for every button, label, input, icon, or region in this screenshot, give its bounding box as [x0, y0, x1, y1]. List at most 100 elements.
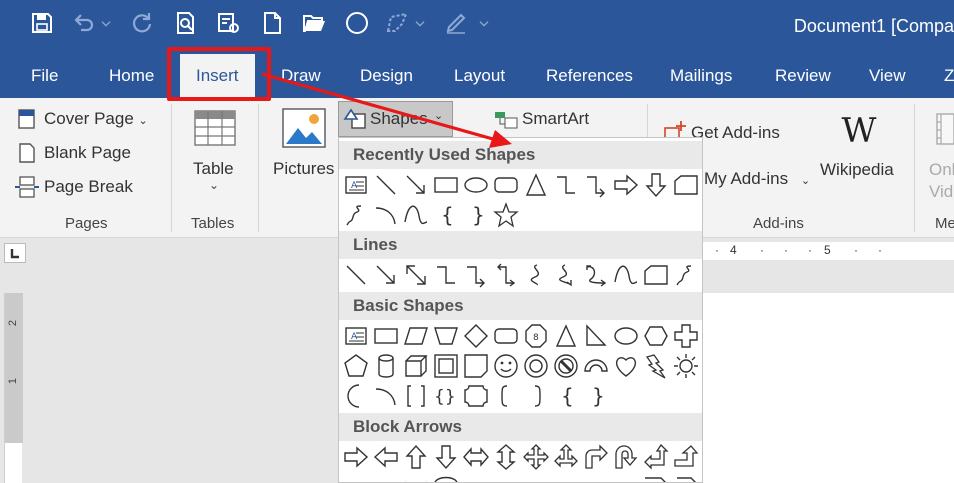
qat-customize-icon[interactable] — [476, 9, 492, 37]
table-dropdown-icon[interactable]: ⌄ — [209, 178, 219, 192]
right-brace-shape[interactable]: } — [583, 383, 609, 409]
scribble-shape[interactable] — [673, 262, 699, 288]
rectangle-shape[interactable] — [373, 323, 399, 349]
left-bracket-shape[interactable] — [493, 383, 519, 409]
tab-draw[interactable]: Draw — [281, 50, 321, 98]
cover-page-button[interactable]: Cover Page ⌄ — [44, 109, 148, 129]
star-shape[interactable] — [493, 202, 519, 228]
tab-file[interactable]: File — [31, 50, 58, 98]
elbow-arrow-connector-shape[interactable] — [583, 172, 609, 198]
moon-shape[interactable] — [343, 383, 369, 409]
pentagon-shape[interactable] — [343, 353, 369, 379]
hexagon-shape[interactable] — [643, 323, 669, 349]
curved-double-arrow-connector-shape[interactable] — [583, 262, 609, 288]
diamond-shape[interactable] — [463, 323, 489, 349]
parallelogram-shape[interactable] — [403, 323, 429, 349]
chevron-arrow-shape[interactable] — [673, 474, 699, 482]
triangle-shape[interactable] — [523, 172, 549, 198]
left-brace-shape[interactable]: { — [433, 202, 459, 228]
curved-up-arrow-shape[interactable] — [403, 474, 429, 482]
open-folder-icon[interactable] — [300, 9, 328, 37]
wikipedia-button[interactable]: Wikipedia — [820, 160, 894, 180]
curved-right-arrow-shape[interactable] — [343, 474, 369, 482]
redo-icon[interactable] — [128, 9, 156, 37]
line-arrow-shape[interactable] — [403, 172, 429, 198]
line-shape[interactable] — [373, 172, 399, 198]
left-right-arrow-shape[interactable] — [463, 444, 489, 470]
online-video-label-1[interactable]: Onl — [929, 160, 954, 180]
scribble-shape[interactable] — [343, 202, 369, 228]
bent-up-arrow-shape[interactable] — [673, 444, 699, 470]
curve-shape[interactable] — [403, 202, 429, 228]
tab-overflow[interactable]: Z — [944, 50, 954, 98]
right-bracket-shape[interactable] — [523, 383, 549, 409]
get-addins-button[interactable]: Get Add-ins — [691, 123, 780, 143]
pictures-button[interactable]: Pictures — [273, 159, 334, 179]
double-bracket-shape[interactable] — [403, 383, 429, 409]
curve-shape[interactable] — [613, 262, 639, 288]
up-down-arrow-shape[interactable] — [493, 444, 519, 470]
right-brace-shape[interactable]: } — [463, 202, 489, 228]
curved-arrow-connector-shape[interactable] — [553, 262, 579, 288]
smiley-face-shape[interactable] — [493, 353, 519, 379]
curved-connector-shape[interactable] — [523, 262, 549, 288]
blank-page-button[interactable]: Blank Page — [44, 143, 131, 163]
block-arc-shape[interactable] — [583, 353, 609, 379]
can-shape[interactable] — [373, 353, 399, 379]
vertical-ruler[interactable]: 2 1 — [4, 293, 23, 483]
down-arrow-shape[interactable] — [643, 172, 669, 198]
quad-arrow-shape[interactable] — [523, 444, 549, 470]
shapes-button[interactable]: Shapes ⌄ — [338, 101, 453, 137]
double-brace-shape[interactable]: {} — [433, 383, 459, 409]
freeform-shape-icon[interactable] — [383, 9, 411, 37]
page-break-button[interactable]: Page Break — [44, 177, 133, 197]
my-addins-button[interactable]: My Add-ins ⌄ — [704, 169, 810, 189]
left-brace-shape[interactable]: { — [553, 383, 579, 409]
up-arrow-shape[interactable] — [403, 444, 429, 470]
options-icon[interactable] — [214, 9, 242, 37]
bevel-shape[interactable] — [433, 353, 459, 379]
trapezoid-shape[interactable] — [433, 323, 459, 349]
arc-shape[interactable] — [373, 383, 399, 409]
left-up-arrow-shape[interactable] — [643, 443, 669, 470]
left-arrow-shape[interactable] — [373, 444, 399, 470]
document-page[interactable] — [702, 293, 954, 483]
elbow-arrow-connector-shape[interactable] — [463, 262, 489, 288]
horizontal-ruler[interactable]: · 4 · · · 5 · · — [702, 242, 954, 260]
tab-mailings[interactable]: Mailings — [670, 50, 732, 98]
text-box-shape[interactable]: A — [343, 323, 369, 349]
arc-shape[interactable] — [373, 202, 399, 228]
curved-left-arrow-shape[interactable] — [373, 474, 399, 482]
tab-references[interactable]: References — [546, 50, 633, 98]
right-triangle-shape[interactable] — [583, 323, 609, 349]
elbow-double-arrow-connector-shape[interactable] — [493, 262, 519, 288]
no-symbol-shape[interactable] — [553, 353, 579, 379]
cross-shape[interactable] — [673, 323, 699, 349]
octagon-shape[interactable]: 8 — [523, 323, 549, 349]
double-arrow-line-shape[interactable] — [403, 262, 429, 288]
left-right-up-arrow-shape[interactable] — [553, 444, 579, 470]
rounded-rectangle-shape[interactable] — [493, 172, 519, 198]
text-box-shape[interactable]: A — [343, 172, 369, 198]
print-preview-icon[interactable] — [172, 9, 200, 37]
undo-dropdown-icon[interactable] — [98, 9, 114, 37]
down-arrow-shape[interactable] — [433, 444, 459, 470]
pentagon-arrow-shape[interactable] — [643, 474, 669, 482]
curved-down-arrow-shape[interactable] — [433, 474, 459, 482]
folded-corner-shape[interactable] — [463, 353, 489, 379]
tab-view[interactable]: View — [869, 50, 906, 98]
cube-shape[interactable] — [403, 353, 429, 379]
line-arrow-shape[interactable] — [373, 262, 399, 288]
tab-review[interactable]: Review — [775, 50, 831, 98]
right-arrow-shape[interactable] — [343, 444, 369, 470]
freeform-dropdown-icon[interactable] — [412, 9, 428, 37]
line-shape[interactable] — [343, 262, 369, 288]
undo-icon[interactable] — [70, 9, 98, 37]
rounded-rectangle-shape[interactable] — [493, 323, 519, 349]
right-arrow-shape[interactable] — [613, 172, 639, 198]
donut-shape[interactable] — [523, 353, 549, 379]
u-turn-arrow-shape[interactable] — [613, 444, 639, 470]
isosceles-triangle-shape[interactable] — [553, 323, 579, 349]
plaque-shape[interactable] — [463, 383, 489, 409]
table-button[interactable]: Table — [193, 159, 234, 179]
